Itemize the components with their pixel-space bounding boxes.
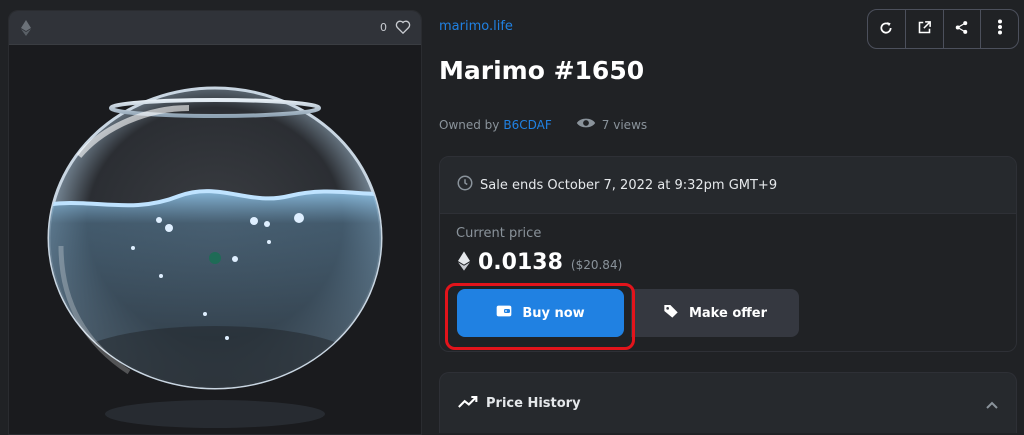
- clock-icon: [456, 174, 474, 196]
- tag-icon: [663, 303, 679, 323]
- price-history-label: Price History: [486, 395, 581, 411]
- current-price-label: Current price: [456, 226, 542, 241]
- trending-icon: [458, 394, 478, 413]
- owner-row: Owned by B6CDAF 7 views: [439, 116, 647, 133]
- share-icon: [954, 20, 969, 39]
- collection-link[interactable]: marimo.life: [439, 19, 513, 34]
- favorite-count: 0: [380, 21, 387, 34]
- make-offer-button[interactable]: Make offer: [631, 289, 799, 337]
- share-button[interactable]: [944, 10, 982, 48]
- buy-now-button[interactable]: Buy now: [457, 289, 624, 337]
- nft-image-card: 0: [8, 10, 422, 435]
- item-title: Marimo #1650: [439, 56, 645, 85]
- ethereum-icon: [458, 250, 470, 275]
- owner-link[interactable]: B6CDAF: [503, 118, 551, 132]
- heart-outline-icon[interactable]: [395, 19, 411, 37]
- open-external-button[interactable]: [906, 10, 944, 48]
- price-history-accordion[interactable]: Price History: [439, 372, 1017, 433]
- owner-prefix: Owned by: [439, 117, 500, 132]
- refresh-icon: [879, 20, 893, 39]
- wallet-icon: [496, 304, 512, 322]
- ethereum-icon: [21, 19, 31, 36]
- more-vertical-icon: [997, 19, 1003, 39]
- image-card-header: 0: [9, 11, 421, 45]
- buy-now-label: Buy now: [522, 305, 585, 321]
- price-value: 0.0138: [478, 250, 563, 275]
- sale-ends-text: Sale ends October 7, 2022 at 9:32pm GMT+…: [480, 177, 778, 193]
- views-count: 7 views: [576, 116, 647, 133]
- eye-icon: [576, 116, 596, 133]
- favorite-control[interactable]: 0: [380, 19, 411, 37]
- make-offer-label: Make offer: [688, 305, 768, 321]
- nft-artwork[interactable]: [9, 46, 421, 434]
- views-label: 7 views: [601, 117, 648, 132]
- refresh-button[interactable]: [868, 10, 906, 48]
- sale-ends-row: Sale ends October 7, 2022 at 9:32pm GMT+…: [440, 157, 1016, 214]
- more-options-button[interactable]: [981, 10, 1018, 48]
- external-link-icon: [917, 20, 932, 39]
- chevron-up-icon: [986, 394, 998, 413]
- price-row: 0.0138 ($20.84): [458, 250, 622, 275]
- price-usd: ($20.84): [570, 257, 623, 272]
- item-toolbar: [867, 9, 1019, 49]
